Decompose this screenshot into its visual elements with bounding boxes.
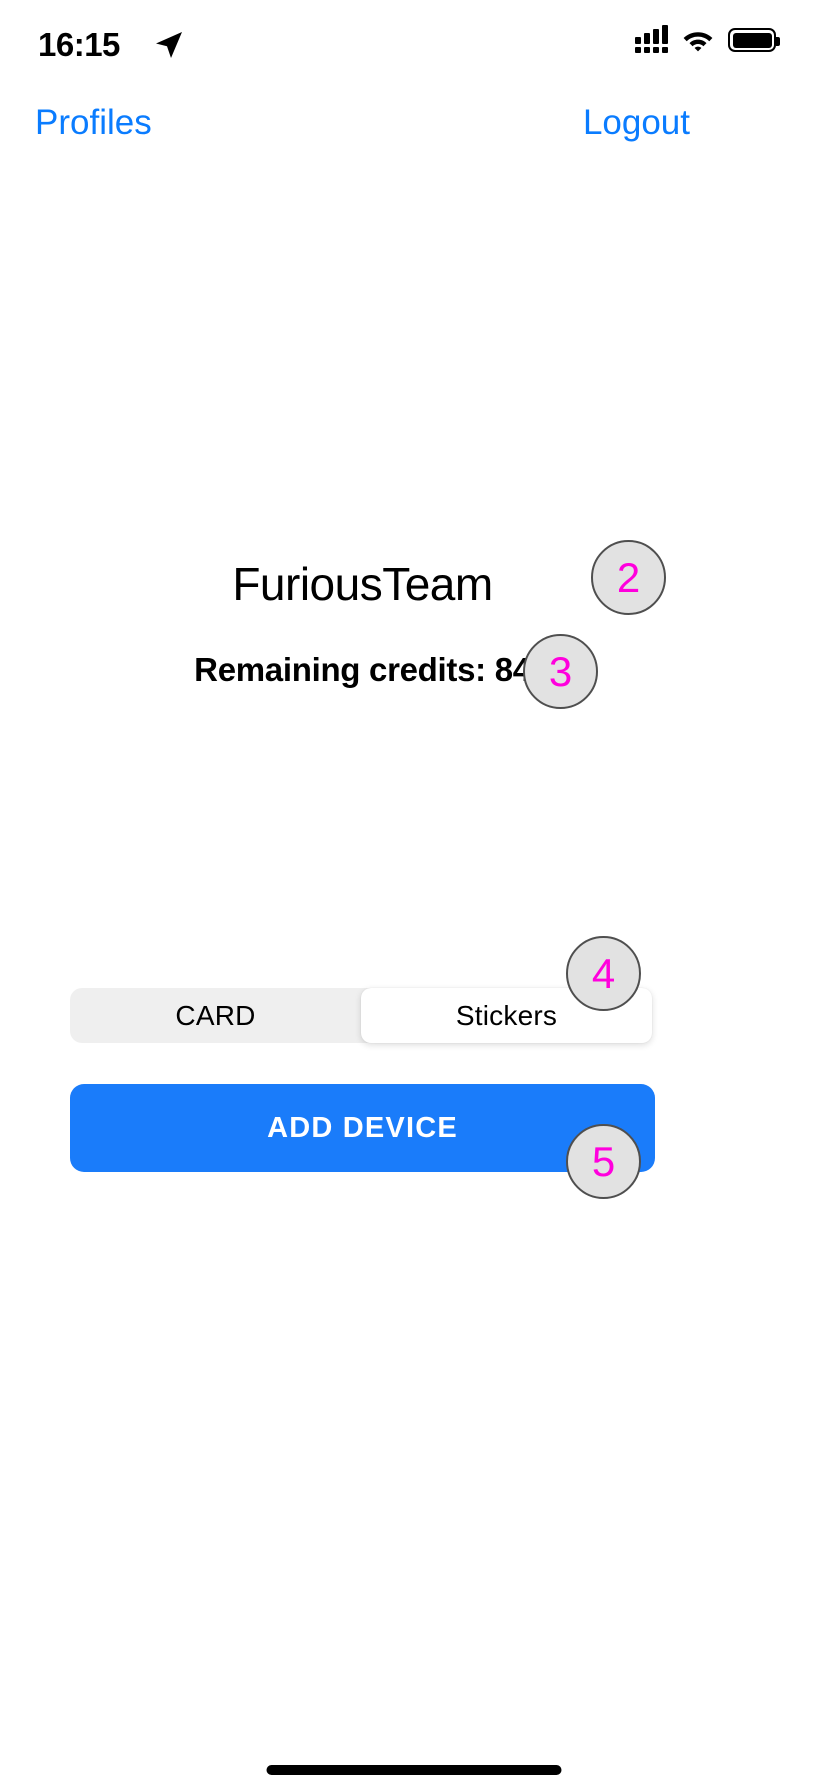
wifi-icon [683,32,713,52]
cellular-bars-icon [635,25,668,53]
annotation-badge-4: 4 [566,936,641,1011]
remaining-credits-label: Remaining credits: 84 [194,651,531,688]
annotation-badge-3: 3 [523,634,598,709]
annotation-badge-5: 5 [566,1124,641,1199]
home-indicator[interactable] [266,1765,562,1775]
battery-full-icon [728,28,780,52]
segment-card[interactable]: CARD [70,988,361,1043]
status-bar-time: 16:15 [38,26,120,63]
status-bar-indicators [635,25,780,53]
status-bar: 16:15 [0,0,828,96]
logout-button[interactable]: Logout [583,96,690,150]
segmented-control[interactable]: CARD Stickers [70,988,652,1043]
location-arrow-icon [156,32,182,58]
profiles-button[interactable]: Profiles [35,96,152,150]
annotation-badge-2: 2 [591,540,666,615]
app-screen: 16:15 Profiles Logout FuriousTeam Remain… [0,0,828,1792]
nav-bar: Profiles Logout [0,96,828,158]
